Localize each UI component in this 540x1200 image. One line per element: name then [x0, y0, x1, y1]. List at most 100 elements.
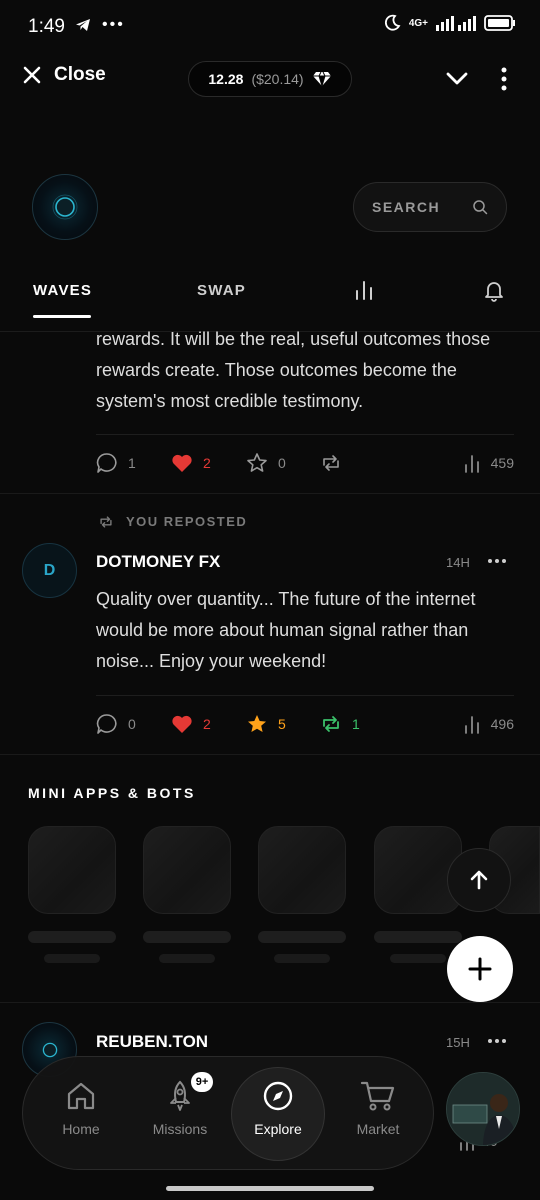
star-button[interactable]: 0	[246, 452, 286, 474]
person-photo-icon	[447, 1073, 519, 1145]
divider	[96, 695, 514, 696]
star-filled-icon	[248, 715, 266, 732]
views-indicator: 459	[463, 453, 514, 473]
cart-icon	[360, 1081, 395, 1111]
like-count: 2	[203, 455, 211, 471]
missions-badge: 9+	[191, 1072, 213, 1092]
like-button[interactable]: 2	[171, 714, 211, 734]
mini-apps-title: MINI APPS & BOTS	[28, 785, 196, 801]
active-tab-indicator	[33, 315, 91, 318]
post-actions: 0 2 5 1 496	[96, 713, 514, 735]
author-name[interactable]: DOTMONEY FX	[96, 552, 220, 572]
repost-small-icon	[100, 515, 112, 528]
comment-button[interactable]: 1	[96, 452, 136, 474]
balance-pill[interactable]: 12.28 ($20.14)	[188, 61, 352, 97]
compass-icon	[263, 1081, 293, 1111]
close-icon	[23, 66, 41, 84]
nav-market-label: Market	[356, 1121, 400, 1137]
collapse-button[interactable]	[444, 66, 470, 97]
status-right: 4G+	[383, 14, 516, 32]
views-chart-icon	[464, 455, 479, 473]
telegram-icon	[76, 19, 90, 31]
repost-button[interactable]: 1	[320, 714, 360, 734]
orb-icon	[52, 194, 78, 220]
like-count: 2	[203, 716, 211, 732]
post-separator	[0, 1002, 540, 1003]
plus-icon	[468, 957, 492, 981]
more-notifications-icon: •••	[102, 16, 125, 33]
close-label: Close	[54, 64, 106, 85]
skeleton-line	[274, 954, 330, 963]
comment-icon	[96, 453, 117, 473]
search-input[interactable]: SEARCH	[353, 182, 507, 232]
skeleton-line	[258, 931, 346, 943]
star-count: 0	[278, 455, 286, 471]
star-icon	[247, 453, 267, 472]
heart-icon	[172, 715, 192, 733]
close-button[interactable]: Close	[22, 64, 106, 86]
orb-icon	[42, 1042, 57, 1057]
post-more-button[interactable]	[486, 551, 508, 576]
post-text: Quality over quantity... The future of t…	[96, 589, 476, 671]
mini-app-card[interactable]	[28, 826, 116, 914]
author-avatar[interactable]: D	[22, 543, 77, 598]
post-separator	[0, 493, 540, 494]
skeleton-line	[44, 954, 100, 963]
repost-button[interactable]	[320, 453, 342, 473]
status-bar: 1:49 ••• 4G+	[0, 0, 540, 56]
view-count: 496	[490, 716, 514, 732]
scroll-to-top-button[interactable]	[447, 848, 511, 912]
star-button[interactable]: 5	[246, 713, 286, 735]
search-placeholder: SEARCH	[372, 199, 441, 215]
repost-icon	[323, 455, 339, 471]
nav-explore-label: Explore	[254, 1121, 302, 1137]
nav-explore[interactable]: Explore	[238, 1079, 318, 1137]
nav-home[interactable]: Home	[41, 1079, 121, 1137]
comment-button[interactable]: 0	[96, 713, 136, 735]
profile-avatar[interactable]	[32, 174, 98, 240]
tab-waves[interactable]: WAVES	[33, 282, 92, 299]
like-button[interactable]: 2	[171, 453, 211, 473]
arrow-up-icon	[470, 870, 488, 890]
home-indicator[interactable]	[166, 1186, 374, 1191]
post-actions: 1 2 0 459	[96, 452, 514, 474]
balance-usd: ($20.14)	[251, 71, 304, 87]
post-time: 15H	[446, 1035, 470, 1050]
skeleton-line	[28, 931, 116, 943]
more-horizontal-icon	[488, 1039, 506, 1043]
tab-swap[interactable]: SWAP	[197, 282, 246, 299]
compose-button[interactable]	[447, 936, 513, 1002]
skeleton-line	[143, 931, 231, 943]
balance-amount: 12.28	[208, 71, 244, 87]
post-more-button[interactable]	[486, 1031, 508, 1056]
bottom-nav: Home Missions 9+ Explore Market	[22, 1056, 434, 1170]
view-count: 459	[490, 455, 514, 471]
home-icon	[67, 1082, 95, 1110]
comment-count: 1	[128, 455, 136, 471]
chevron-down-icon	[446, 72, 468, 85]
skeleton-line	[374, 931, 462, 943]
more-menu-button[interactable]	[494, 66, 514, 97]
star-count: 5	[278, 716, 286, 732]
signal-icon	[436, 16, 476, 31]
views-chart-icon	[464, 716, 479, 734]
kebab-menu-icon	[501, 67, 507, 91]
repost-label-text: YOU REPOSTED	[126, 514, 248, 529]
author-name[interactable]: REUBEN.TON	[96, 1032, 208, 1052]
nav-home-label: Home	[62, 1121, 100, 1137]
tab-bar: WAVES SWAP	[0, 268, 540, 332]
my-profile-avatar[interactable]	[446, 1072, 520, 1146]
battery-icon	[484, 15, 515, 31]
nav-market[interactable]: Market	[338, 1079, 418, 1137]
post-text: rewards. It will be the real, useful out…	[96, 329, 491, 411]
bell-icon	[485, 282, 503, 302]
mini-app-card[interactable]	[143, 826, 231, 914]
tab-notifications[interactable]	[482, 278, 506, 307]
mini-app-card[interactable]	[258, 826, 346, 914]
heart-icon	[172, 454, 192, 472]
skeleton-line	[159, 954, 215, 963]
tab-stats[interactable]	[352, 278, 376, 307]
divider	[96, 434, 514, 435]
diamond-icon	[312, 71, 331, 87]
comment-count: 0	[128, 716, 136, 732]
